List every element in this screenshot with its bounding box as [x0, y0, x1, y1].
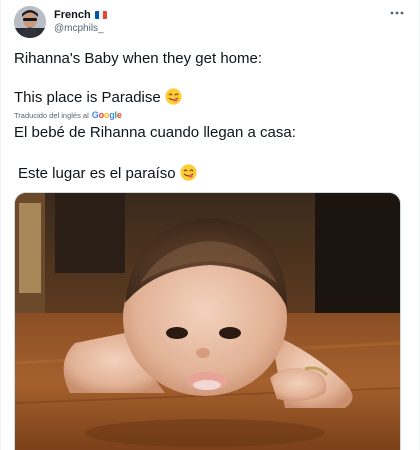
translation-notice[interactable]: Traducido del inglés al Google: [14, 110, 122, 120]
more-options-icon[interactable]: [389, 6, 405, 20]
author-name[interactable]: French: [54, 9, 91, 21]
author-name-row[interactable]: French: [54, 8, 107, 22]
france-flag-icon: [94, 11, 107, 19]
tweet-text-line-2: This place is Paradise: [14, 88, 182, 106]
translated-text-line-1: El bebé de Rihanna cuando llegan a casa:: [14, 124, 296, 141]
tweet-photo[interactable]: [14, 192, 401, 450]
translated-text-line-2: Este lugar es el paraíso: [18, 164, 197, 182]
tweet-text-line-1: Rihanna's Baby when they get home:: [14, 50, 263, 67]
avatar[interactable]: [14, 6, 46, 38]
face-savoring-food-icon: [165, 88, 182, 105]
google-logo: Google: [91, 110, 122, 120]
author-handle[interactable]: @mcphils_: [54, 23, 104, 34]
face-savoring-food-icon: [180, 164, 197, 181]
baby-licking-floor-photo: [15, 193, 400, 450]
tweet-card[interactable]: French @mcphils_ Rihanna's Baby when the…: [0, 0, 420, 450]
